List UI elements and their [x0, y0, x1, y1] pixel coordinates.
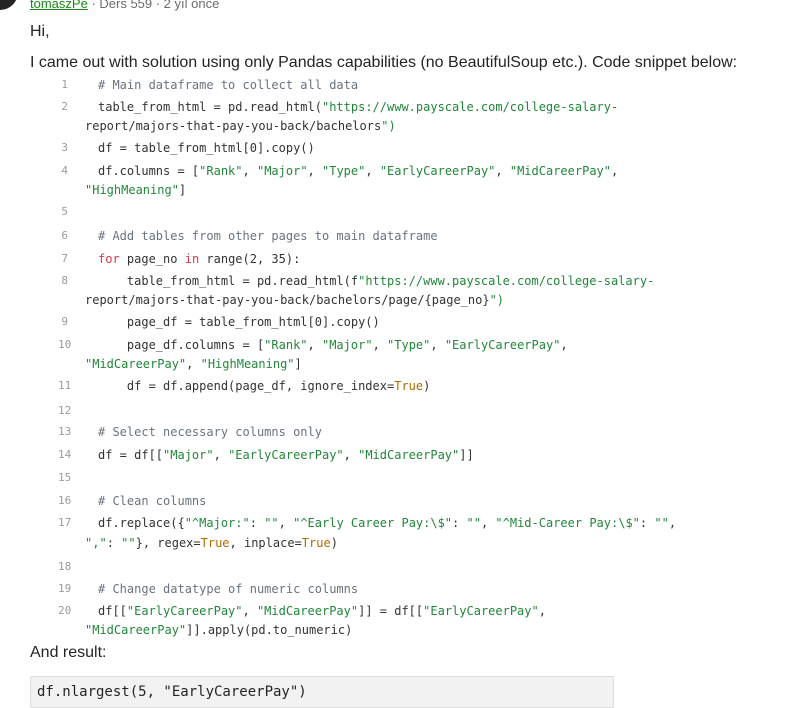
meta-info: · Ders 559 · 2 yıl önce — [91, 0, 220, 11]
code-line-continuation: ",": ""}, regex=True, inplace=True) — [85, 536, 338, 550]
author-link[interactable]: tomaszPe — [30, 0, 88, 11]
line-number: 17 — [58, 516, 72, 529]
line-number: 9 — [61, 315, 68, 328]
line-number: 6 — [61, 229, 68, 242]
code-line: df = table_from_html[0].copy() — [98, 141, 315, 155]
line-number: 1 — [61, 78, 68, 91]
code-line: table_from_html = pd.read_html("https://… — [98, 100, 619, 114]
code-line: # Change datatype of numeric columns — [98, 582, 359, 596]
line-number: 7 — [61, 252, 68, 265]
comment-meta: tomaszPe · Ders 559 · 2 yıl önce — [30, 0, 219, 11]
result-code-block: df.nlargest(5, "EarlyCareerPay") — [30, 676, 614, 708]
code-line-continuation: report/majors-that-pay-you-back/bachelor… — [85, 293, 505, 307]
code-line: table_from_html = pd.read_html(f"https:/… — [98, 274, 655, 288]
line-number: 18 — [58, 560, 72, 573]
line-number: 2 — [61, 100, 68, 113]
code-line: df = df.append(page_df, ignore_index=Tru… — [98, 379, 431, 393]
code-line: # Select necessary columns only — [98, 425, 322, 439]
line-number: 4 — [61, 164, 68, 177]
line-number: 16 — [58, 494, 72, 507]
code-line: page_df.columns = ["Rank", "Major", "Typ… — [98, 338, 568, 352]
result-label: And result: — [30, 644, 107, 661]
code-line-continuation: "MidCareerPay", "HighMeaning"] — [85, 357, 302, 371]
line-number: 8 — [61, 274, 68, 287]
code-line: df = df[["Major", "EarlyCareerPay", "Mid… — [98, 448, 474, 462]
greeting-text: Hi, — [30, 23, 50, 40]
line-number: 5 — [61, 205, 68, 218]
line-number: 12 — [58, 404, 72, 417]
intro-text: I came out with solution using only Pand… — [30, 54, 738, 71]
code-line: df.replace({"^Major:": "", "^Early Caree… — [98, 516, 677, 530]
code-line-continuation: report/majors-that-pay-you-back/bachelor… — [85, 119, 396, 133]
line-number: 13 — [58, 425, 72, 438]
code-line: df.columns = ["Rank", "Major", "Type", "… — [98, 164, 619, 178]
result-code-text: df.nlargest(5, "EarlyCareerPay") — [37, 684, 307, 700]
code-line: for page_no in range(2, 35): — [98, 252, 301, 266]
line-number: 20 — [58, 604, 72, 617]
line-number: 15 — [58, 471, 72, 484]
line-number: 14 — [58, 448, 72, 461]
code-line-continuation: "HighMeaning"] — [85, 183, 187, 197]
line-number: 11 — [58, 379, 72, 392]
code-line-continuation: "MidCareerPay"]].apply(pd.to_numeric) — [85, 623, 353, 637]
code-line: # Add tables from other pages to main da… — [98, 229, 438, 243]
code-line: # Clean columns — [98, 494, 207, 508]
code-line: # Main dataframe to collect all data — [98, 78, 359, 92]
code-line: page_df = table_from_html[0].copy() — [98, 315, 380, 329]
line-number: 10 — [58, 338, 72, 351]
code-line: df[["EarlyCareerPay", "MidCareerPay"]] =… — [98, 604, 546, 618]
line-number: 3 — [61, 141, 68, 154]
avatar[interactable] — [0, 0, 18, 10]
line-number: 19 — [58, 582, 72, 595]
